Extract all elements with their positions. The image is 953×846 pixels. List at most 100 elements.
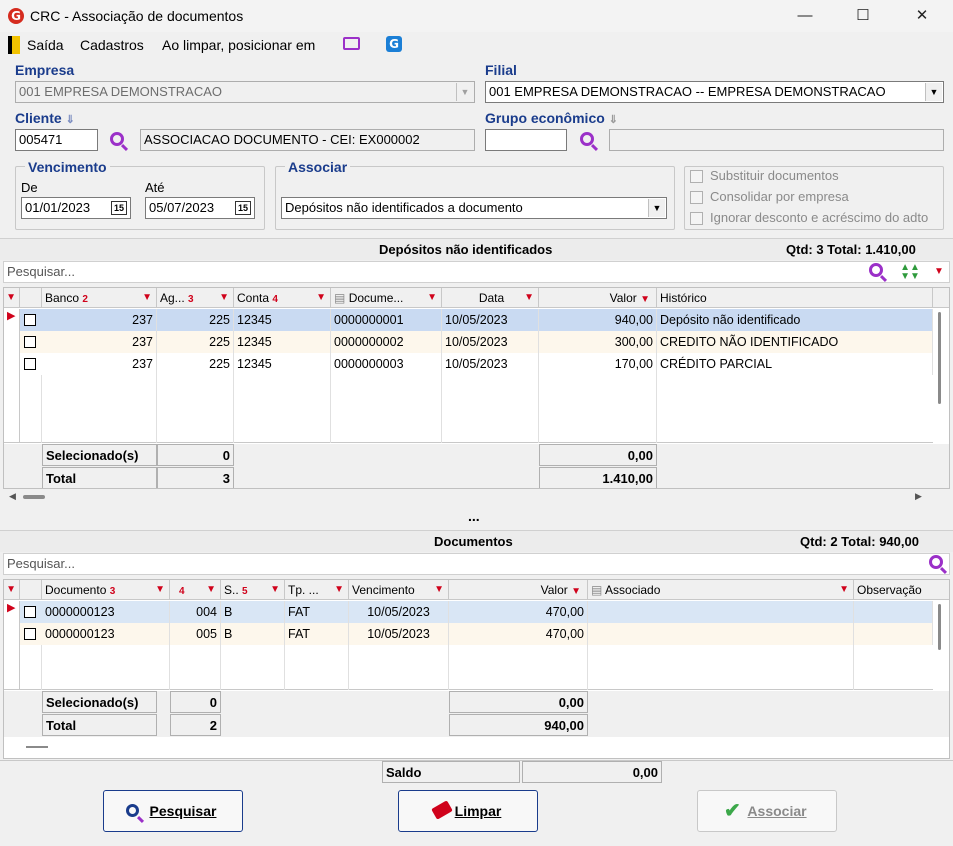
- cell-conta: 12345: [234, 331, 331, 353]
- maximize-button[interactable]: ☐: [840, 0, 886, 32]
- documentos-search-icon[interactable]: [929, 555, 943, 569]
- calendar-icon[interactable]: 15: [235, 201, 251, 215]
- ignorar-checkbox[interactable]: [690, 212, 703, 225]
- filter-icon[interactable]: ▼: [4, 580, 20, 600]
- table-row[interactable]: 0000000123 005 B FAT 10/05/2023 470,00: [4, 623, 933, 645]
- filter-icon[interactable]: ▼: [206, 580, 216, 599]
- filter-icon[interactable]: ▼: [155, 580, 165, 599]
- horizontal-scrollbar[interactable]: ◀ ▶: [3, 489, 950, 505]
- menu-cadastros[interactable]: Cadastros: [80, 37, 144, 53]
- cliente-search-icon[interactable]: [110, 132, 124, 146]
- associar-button[interactable]: ✔ Associar: [697, 790, 837, 832]
- scroll-left-icon[interactable]: ◀: [9, 491, 16, 502]
- row-checkbox[interactable]: [24, 628, 36, 640]
- chevron-down-icon: ▼: [648, 199, 665, 217]
- calendar-icon[interactable]: 15: [111, 201, 127, 215]
- col-valor[interactable]: Valor ▼: [449, 580, 588, 600]
- horizontal-scrollbar[interactable]: [26, 746, 48, 748]
- scroll-thumb[interactable]: [23, 495, 45, 499]
- cell-historico: CRÉDITO PARCIAL: [657, 353, 933, 375]
- col-documento[interactable]: ▤ Docume... ▼: [331, 288, 442, 308]
- filter-icon[interactable]: ▼: [142, 288, 152, 307]
- filial-value: 001 EMPRESA DEMONSTRACAO -- EMPRESA DEMO…: [489, 84, 886, 99]
- filter-icon[interactable]: ▼: [316, 288, 326, 307]
- col-valor[interactable]: Valor ▼: [539, 288, 657, 308]
- splitter-handle[interactable]: ...: [468, 508, 480, 524]
- col-historico-label: Histórico: [660, 291, 707, 305]
- table-row[interactable]: ▶ 237 225 12345 0000000001 10/05/2023 94…: [4, 309, 933, 331]
- de-date-input[interactable]: 01/01/2023 15: [21, 197, 131, 219]
- cliente-code-input[interactable]: 005471: [15, 129, 98, 151]
- cell-valor: 300,00: [539, 331, 657, 353]
- filter-icon[interactable]: ▼: [334, 580, 344, 599]
- col-4[interactable]: 4 ▼: [170, 580, 221, 600]
- expand-icon[interactable]: ▲▲ ▼▼: [899, 263, 921, 282]
- cell-documento: 0000000123: [42, 601, 170, 623]
- ate-date-input[interactable]: 05/07/2023 15: [145, 197, 255, 219]
- minimize-button[interactable]: —: [782, 0, 828, 32]
- col-vencimento[interactable]: Vencimento ▼: [349, 580, 449, 600]
- filter-icon[interactable]: ▼: [427, 288, 437, 307]
- vertical-scrollbar[interactable]: [938, 604, 941, 650]
- col-associado[interactable]: ▤ Associado ▼: [588, 580, 854, 600]
- empresa-select[interactable]: 001 EMPRESA DEMONSTRACAO ▼: [15, 81, 475, 103]
- depositos-search-icon[interactable]: [869, 263, 883, 277]
- col-observacao[interactable]: Observação: [854, 580, 949, 600]
- check-icon: ✔: [724, 800, 741, 822]
- vertical-scrollbar[interactable]: [938, 312, 941, 404]
- row-checkbox[interactable]: [24, 336, 36, 348]
- row-checkbox[interactable]: [24, 358, 36, 370]
- col-historico[interactable]: Histórico: [657, 288, 933, 308]
- substituir-checkbox[interactable]: [690, 170, 703, 183]
- depositos-search-input[interactable]: Pesquisar...: [3, 261, 950, 283]
- search-icon: [126, 804, 139, 817]
- grupo-code-input[interactable]: [485, 129, 567, 151]
- table-row[interactable]: ▶ 0000000123 004 B FAT 10/05/2023 470,00: [4, 601, 933, 623]
- chevron-down-icon: ▼: [456, 83, 473, 101]
- col-data[interactable]: Data ▼: [442, 288, 539, 308]
- col-tp[interactable]: Tp. ... ▼: [285, 580, 349, 600]
- filter-icon[interactable]: ▼: [270, 580, 280, 599]
- documentos-grid: ▼ Documento 3 ▼ 4 ▼ S.. 5 ▼ Tp. ... ▼ Vencim…: [3, 579, 950, 759]
- table-row[interactable]: 237 225 12345 0000000002 10/05/2023 300,…: [4, 331, 933, 353]
- row-checkbox[interactable]: [24, 606, 36, 618]
- monitor-icon[interactable]: [343, 37, 360, 50]
- filter-icon[interactable]: ▼: [219, 288, 229, 307]
- pesquisar-label: Pesquisar: [149, 803, 217, 819]
- menu-ao-limpar[interactable]: Ao limpar, posicionar em: [162, 37, 315, 53]
- cliente-label-text: Cliente: [15, 110, 62, 126]
- col-conta[interactable]: Conta 4 ▼: [234, 288, 331, 308]
- table-row[interactable]: 237 225 12345 0000000003 10/05/2023 170,…: [4, 353, 933, 375]
- cell-historico: Depósito não identificado: [657, 309, 933, 331]
- associar-select[interactable]: Depósitos não identificados a documento ▼: [281, 197, 667, 219]
- col-documento[interactable]: Documento 3 ▼: [42, 580, 170, 600]
- col-associado-label: Associado: [605, 583, 661, 597]
- cell-ag: 225: [157, 331, 234, 353]
- filter-icon[interactable]: ▼: [524, 288, 534, 307]
- documentos-search-input[interactable]: Pesquisar...: [3, 553, 950, 575]
- options-arrow-icon[interactable]: ▼: [934, 266, 944, 277]
- close-button[interactable]: ✕: [899, 0, 945, 32]
- menu-saida[interactable]: Saída: [27, 37, 64, 53]
- col-banco[interactable]: Banco 2 ▼: [42, 288, 157, 308]
- limpar-button[interactable]: Limpar: [398, 790, 538, 832]
- scroll-right-icon[interactable]: ▶: [915, 491, 922, 502]
- consolidar-checkbox[interactable]: [690, 191, 703, 204]
- filial-select[interactable]: 001 EMPRESA DEMONSTRACAO -- EMPRESA DEMO…: [485, 81, 944, 103]
- filter-icon[interactable]: ▼: [571, 586, 581, 597]
- grupo-search-icon[interactable]: [580, 132, 594, 146]
- arrow-down-icon: ⇓: [65, 114, 75, 126]
- g-app-icon[interactable]: G: [386, 36, 402, 52]
- filter-icon[interactable]: ▼: [434, 580, 444, 599]
- filter-icon[interactable]: ▼: [839, 580, 849, 599]
- col-s[interactable]: S.. 5 ▼: [221, 580, 285, 600]
- row-checkbox[interactable]: [24, 314, 36, 326]
- col-agencia[interactable]: Ag... 3 ▼: [157, 288, 234, 308]
- cell-valor: 940,00: [539, 309, 657, 331]
- eraser-icon: [431, 800, 453, 820]
- filter-icon[interactable]: ▼: [4, 288, 20, 308]
- cell-ag: 225: [157, 309, 234, 331]
- col-s-label: S..: [224, 583, 239, 597]
- filter-icon[interactable]: ▼: [640, 294, 650, 305]
- pesquisar-button[interactable]: Pesquisar: [103, 790, 243, 832]
